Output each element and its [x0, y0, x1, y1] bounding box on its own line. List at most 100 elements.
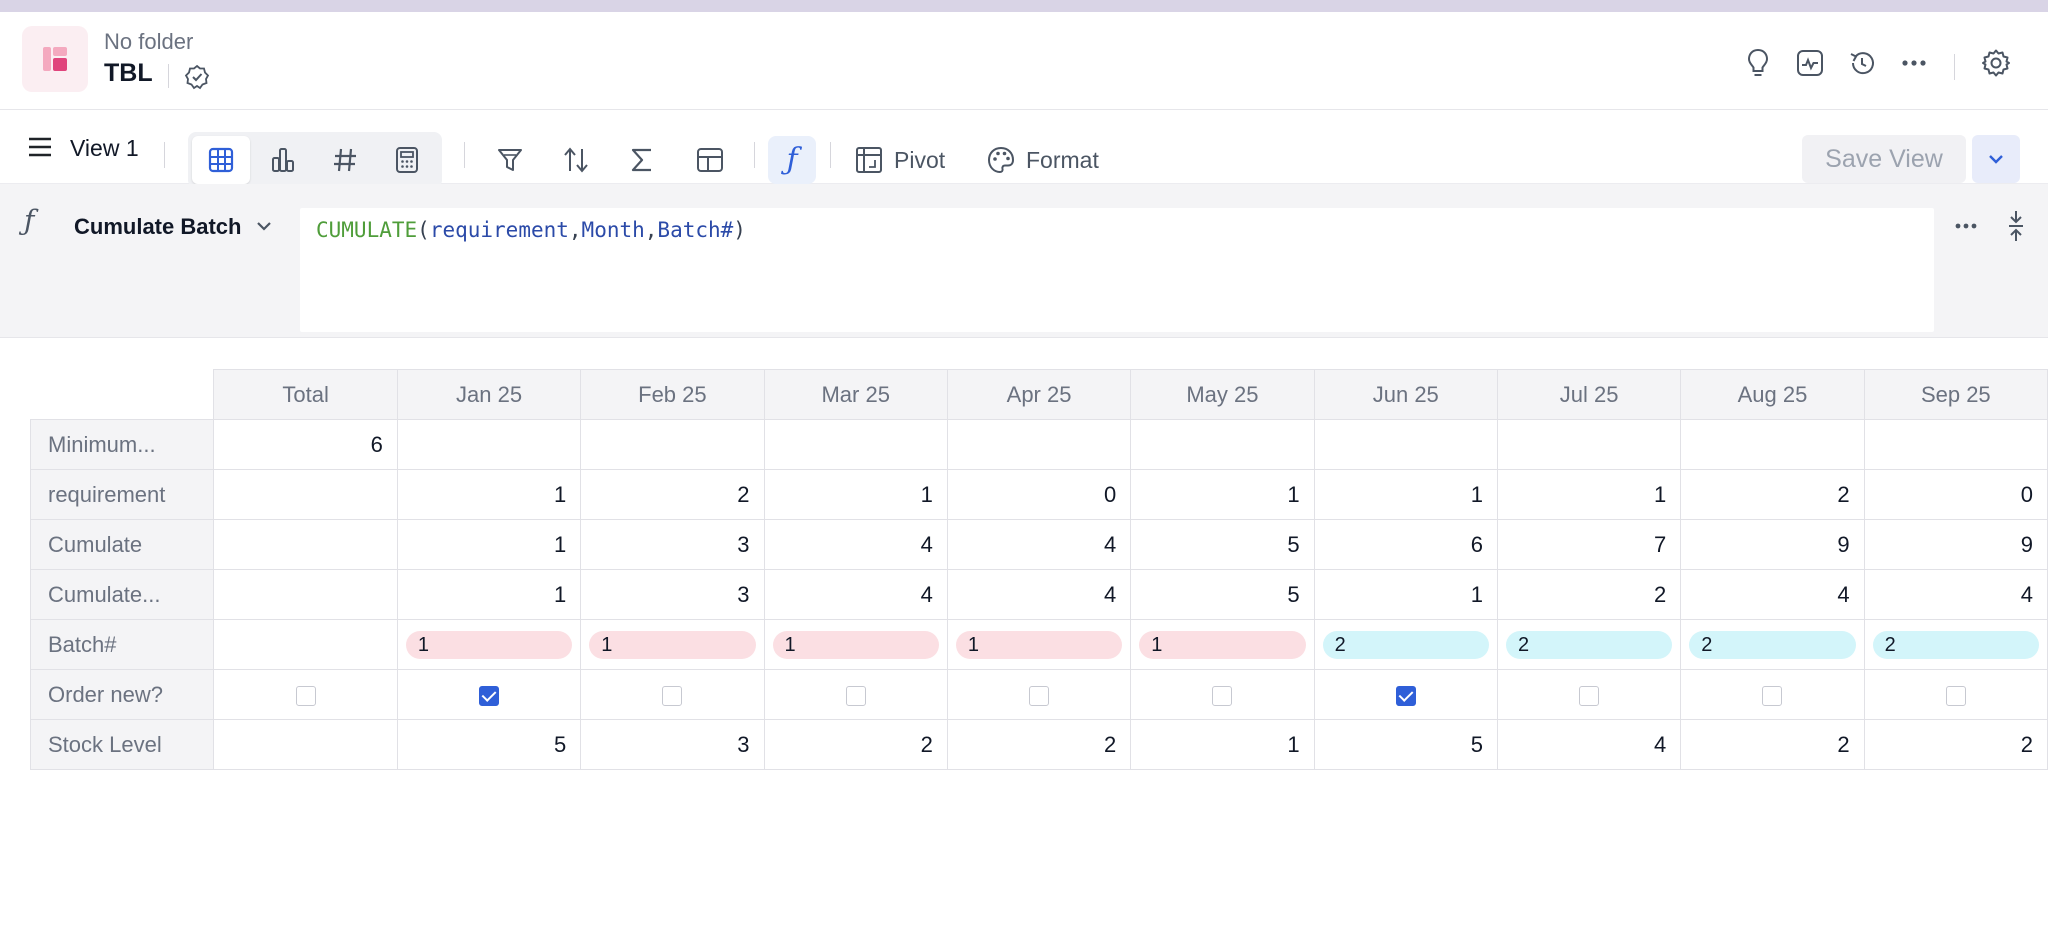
menu-icon[interactable] [26, 133, 54, 161]
table-cell[interactable] [213, 519, 398, 570]
table-view-button[interactable] [192, 136, 250, 184]
table-cell[interactable]: 4 [763, 569, 948, 620]
table-cell[interactable] [580, 419, 765, 470]
table-cell[interactable] [1130, 419, 1315, 470]
table-cell[interactable]: 5 [396, 719, 582, 770]
checkbox[interactable] [845, 685, 866, 706]
view-name[interactable]: View 1 [70, 135, 139, 162]
table-cell[interactable]: 9 [1680, 519, 1865, 570]
table-cell[interactable]: 1 [1130, 469, 1315, 520]
table-cell[interactable] [1496, 419, 1682, 470]
table-cell[interactable]: 5 [1130, 519, 1315, 570]
table-cell[interactable] [1863, 419, 2048, 470]
chevron-down-icon[interactable] [254, 216, 274, 236]
table-cell[interactable] [1130, 669, 1315, 720]
table-cell[interactable]: 3 [580, 519, 765, 570]
row-header[interactable]: Cumulate... [29, 569, 215, 620]
table-cell[interactable]: 4 [946, 569, 1132, 620]
row-header[interactable]: Minimum... [29, 419, 215, 470]
verified-badge-icon[interactable] [184, 64, 210, 90]
table-cell[interactable]: 2 [1863, 719, 2048, 770]
checkbox[interactable] [1395, 685, 1416, 706]
table-cell[interactable] [1680, 419, 1865, 470]
table-cell[interactable]: 2 [1496, 619, 1682, 670]
checkbox[interactable] [295, 685, 316, 706]
column-header[interactable]: Aug 25 [1680, 369, 1865, 420]
table-cell[interactable]: 2 [946, 719, 1132, 770]
table-cell[interactable]: 1 [763, 469, 948, 520]
checkbox[interactable] [1029, 685, 1050, 706]
formula-more-icon[interactable] [1950, 210, 1982, 242]
checkbox[interactable] [662, 685, 683, 706]
formula-editor[interactable]: CUMULATE(requirement,Month,Batch#) [300, 208, 1934, 332]
checkbox[interactable] [1945, 685, 1966, 706]
row-header[interactable]: Cumulate [29, 519, 215, 570]
table-cell[interactable]: 2 [1680, 469, 1865, 520]
row-header[interactable]: Batch# [29, 619, 215, 670]
checkbox[interactable] [1579, 685, 1600, 706]
formula-field-name[interactable]: Cumulate Batch [74, 214, 241, 240]
table-cell[interactable]: 1 [396, 469, 582, 520]
table-cell[interactable]: 0 [1863, 469, 2048, 520]
table-cell[interactable]: 5 [1130, 569, 1315, 620]
row-header[interactable]: Stock Level [29, 719, 215, 770]
table-cell[interactable]: 2 [1313, 619, 1498, 670]
chart-view-button[interactable] [254, 136, 312, 184]
more-icon[interactable] [1898, 47, 1930, 79]
table-cell[interactable]: 1 [396, 619, 582, 670]
column-header[interactable]: Feb 25 [580, 369, 765, 420]
activity-icon[interactable] [1794, 47, 1826, 79]
column-header[interactable]: Jul 25 [1496, 369, 1682, 420]
table-cell[interactable] [1313, 669, 1498, 720]
calculator-view-button[interactable] [378, 136, 436, 184]
table-cell[interactable] [763, 419, 948, 470]
table-cell[interactable] [580, 669, 765, 720]
table-cell[interactable]: 3 [580, 569, 765, 620]
table-cell[interactable]: 3 [580, 719, 765, 770]
table-cell[interactable] [213, 569, 398, 620]
column-header[interactable]: Jun 25 [1313, 369, 1498, 420]
history-icon[interactable] [1846, 47, 1878, 79]
format-button[interactable]: Format [986, 140, 1099, 180]
column-header[interactable]: Jan 25 [396, 369, 582, 420]
table-cell[interactable]: 6 [213, 419, 398, 470]
collapse-icon[interactable] [2002, 208, 2030, 244]
table-cell[interactable]: 1 [763, 619, 948, 670]
row-header[interactable]: requirement [29, 469, 215, 520]
save-options-dropdown[interactable] [1972, 135, 2020, 183]
table-cell[interactable]: 1 [580, 619, 765, 670]
table-cell[interactable] [1680, 669, 1865, 720]
table-cell[interactable]: 1 [1313, 469, 1498, 520]
table-cell[interactable]: 4 [1496, 719, 1682, 770]
table-cell[interactable] [213, 719, 398, 770]
column-header[interactable]: May 25 [1130, 369, 1315, 420]
table-cell[interactable]: 4 [1863, 569, 2048, 620]
pivot-button[interactable]: Pivot [854, 140, 945, 180]
table-cell[interactable]: 2 [1863, 619, 2048, 670]
save-view-button[interactable]: Save View [1802, 135, 1966, 183]
formula-button[interactable]: ƒ [768, 136, 816, 184]
table-cell[interactable]: 1 [946, 619, 1132, 670]
document-title[interactable]: TBL [104, 59, 153, 88]
table-cell[interactable] [1313, 419, 1498, 470]
lightbulb-icon[interactable] [1742, 47, 1774, 79]
folder-label[interactable]: No folder [104, 29, 193, 55]
column-header[interactable]: Total [213, 369, 398, 420]
sum-button[interactable] [618, 136, 666, 184]
table-cell[interactable] [946, 669, 1132, 720]
table-cell[interactable]: 1 [1313, 569, 1498, 620]
formula-expression[interactable]: CUMULATE(requirement,Month,Batch#) [316, 218, 746, 242]
table-cell[interactable]: 2 [1680, 619, 1865, 670]
checkbox[interactable] [479, 685, 500, 706]
settings-icon[interactable] [1980, 47, 2012, 79]
table-cell[interactable]: 4 [763, 519, 948, 570]
table-cell[interactable]: 9 [1863, 519, 2048, 570]
table-cell[interactable]: 2 [1680, 719, 1865, 770]
table-cell[interactable] [946, 419, 1132, 470]
table-cell[interactable] [213, 469, 398, 520]
layout-button[interactable] [686, 136, 734, 184]
table-cell[interactable]: 1 [396, 569, 582, 620]
table-cell[interactable]: 2 [1496, 569, 1682, 620]
table-cell[interactable]: 1 [1130, 619, 1315, 670]
sort-button[interactable] [552, 136, 600, 184]
